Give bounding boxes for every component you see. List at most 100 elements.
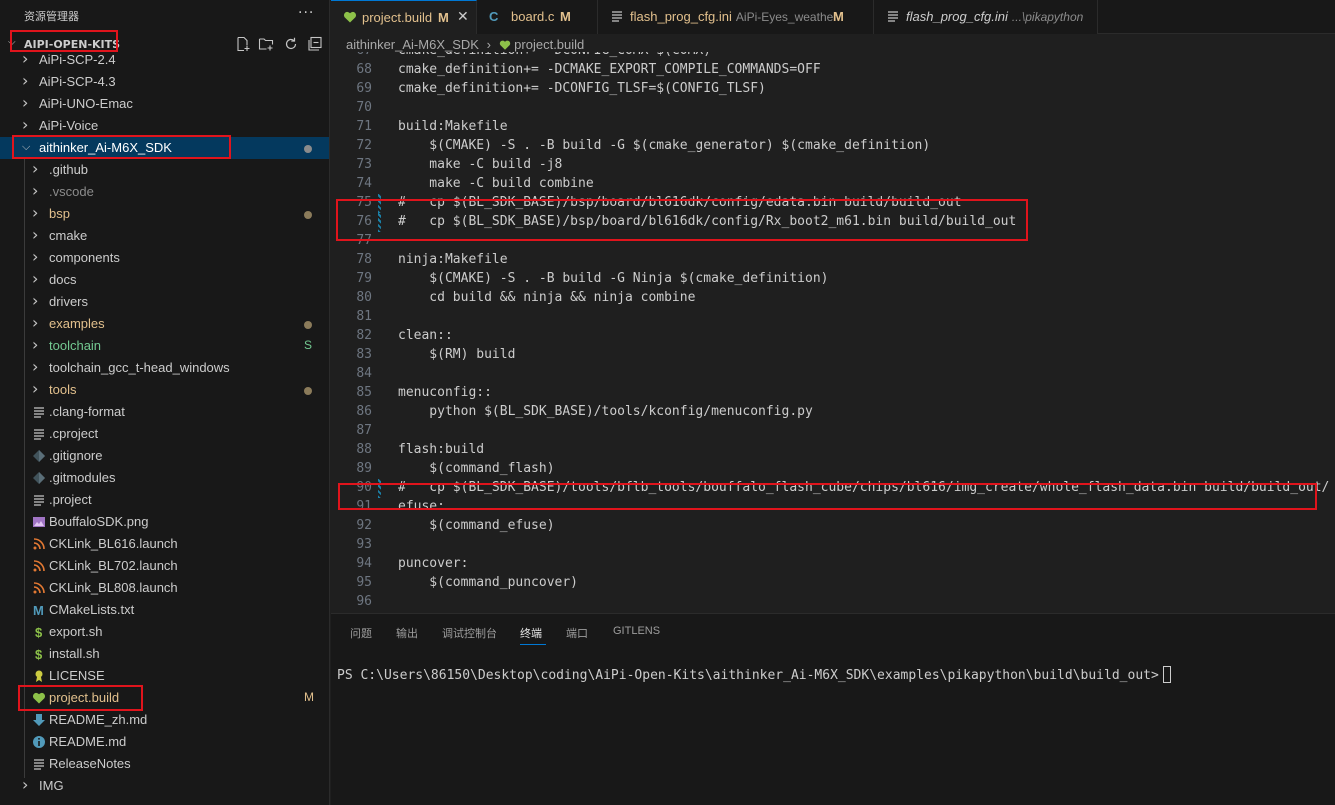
tree-item-project-build[interactable]: project.build M	[0, 687, 329, 709]
tree-item-clang-format[interactable]: .clang-format	[0, 401, 329, 423]
tree-item-vscode[interactable]: › .vscode	[0, 181, 329, 203]
code-line[interactable]: 81	[331, 308, 1335, 327]
tree-item-install-sh[interactable]: $ install.sh	[0, 643, 329, 665]
code-line[interactable]: 91 efuse:	[331, 498, 1335, 517]
code-line[interactable]: 92 $(command_efuse)	[331, 517, 1335, 536]
tree-item-components[interactable]: › components	[0, 247, 329, 269]
chevron-right-icon[interactable]: ›	[22, 93, 34, 112]
panel-tab-problems[interactable]: 问题	[350, 625, 372, 641]
code-line[interactable]: 77	[331, 232, 1335, 251]
chevron-right-icon[interactable]: ›	[32, 181, 44, 200]
chevron-right-icon[interactable]: ›	[32, 335, 44, 354]
gutter-modified-marker[interactable]	[378, 213, 381, 232]
terminal-output[interactable]: PS C:\Users\86150\Desktop\coding\AiPi-Op…	[337, 666, 1171, 683]
tree-item-cproject[interactable]: .cproject	[0, 423, 329, 445]
code-line[interactable]: 93	[331, 536, 1335, 555]
code-line[interactable]: 67 cmake_definition+= -DCONFIG_COMX=$(COM…	[331, 52, 1335, 61]
tree-item-gitignore[interactable]: .gitignore	[0, 445, 329, 467]
tree-item-aithinker-ai-m6x-sdk[interactable]: ⌵ aithinker_Ai-M6X_SDK	[0, 137, 329, 159]
tree-item-tools[interactable]: › tools	[0, 379, 329, 401]
code-line[interactable]: 86 python $(BL_SDK_BASE)/tools/kconfig/m…	[331, 403, 1335, 422]
code-line[interactable]: 83 $(RM) build	[331, 346, 1335, 365]
chevron-right-icon[interactable]: ›	[32, 269, 44, 288]
tree-item-aipi-scp-2-4[interactable]: › AiPi-SCP-2.4	[0, 49, 329, 71]
tab-flash-prog-cfg-pikapython[interactable]: flash_prog_cfg.ini ...\pikapython	[874, 0, 1098, 34]
chevron-right-icon[interactable]: ›	[22, 71, 34, 90]
code-line[interactable]: 88 flash:build	[331, 441, 1335, 460]
chevron-down-icon[interactable]: ⌵	[22, 140, 34, 156]
tree-item-readme-md[interactable]: README.md	[0, 731, 329, 753]
chevron-right-icon[interactable]: ›	[32, 379, 44, 398]
more-actions-icon[interactable]: ···	[298, 5, 314, 21]
panel-tab-gitlens[interactable]: GITLENS	[613, 625, 660, 637]
code-line[interactable]: 70	[331, 99, 1335, 118]
code-line[interactable]: 75 # cp $(BL_SDK_BASE)/bsp/board/bl616dk/…	[331, 194, 1335, 213]
panel-tab-output[interactable]: 输出	[396, 625, 418, 641]
code-line[interactable]: 95 $(command_puncover)	[331, 574, 1335, 593]
close-icon[interactable]: ✕	[457, 9, 469, 25]
chevron-right-icon[interactable]: ›	[22, 775, 34, 794]
code-line[interactable]: 89 $(command_flash)	[331, 460, 1335, 479]
tree-item-releasenotes[interactable]: ReleaseNotes	[0, 753, 329, 775]
tab-project-build[interactable]: project.build M ✕	[331, 0, 477, 34]
code-line[interactable]: 69 cmake_definition+= -DCONFIG_TLSF=$(CON…	[331, 80, 1335, 99]
tree-item-project[interactable]: .project	[0, 489, 329, 511]
tree-item-cmake[interactable]: › cmake	[0, 225, 329, 247]
panel-tab-terminal[interactable]: 终端	[520, 625, 542, 641]
tree-item-cklink-bl702-launch[interactable]: CKLink_BL702.launch	[0, 555, 329, 577]
tree-item-license[interactable]: LICENSE	[0, 665, 329, 687]
tree-item-drivers[interactable]: › drivers	[0, 291, 329, 313]
code-line[interactable]: 96	[331, 593, 1335, 612]
chevron-right-icon[interactable]: ›	[32, 313, 44, 332]
panel-tab-debug-console[interactable]: 调试控制台	[442, 625, 497, 641]
chevron-right-icon[interactable]: ›	[32, 203, 44, 222]
tree-item-bouffalosdk-png[interactable]: BouffaloSDK.png	[0, 511, 329, 533]
tree-item-toolchain-gcc-t-head-windows[interactable]: › toolchain_gcc_t-head_windows	[0, 357, 329, 379]
tree-item-img[interactable]: › IMG	[0, 775, 329, 797]
gutter-modified-marker[interactable]	[378, 194, 381, 213]
panel-tab-ports[interactable]: 端口	[566, 625, 588, 641]
code-line[interactable]: 76 # cp $(BL_SDK_BASE)/bsp/board/bl616dk/…	[331, 213, 1335, 232]
chevron-right-icon[interactable]: ›	[22, 115, 34, 134]
tree-item-readme-zh-md[interactable]: README_zh.md	[0, 709, 329, 731]
tab-flash-prog-cfg-weather[interactable]: flash_prog_cfg.ini AiPi-Eyes_weather M	[598, 0, 874, 34]
code-line[interactable]: 80 cd build && ninja && ninja combine	[331, 289, 1335, 308]
gutter-modified-marker[interactable]	[378, 479, 381, 498]
code-line[interactable]: 68 cmake_definition+= -DCMAKE_EXPORT_COMP…	[331, 61, 1335, 80]
tree-item-export-sh[interactable]: $ export.sh	[0, 621, 329, 643]
tree-item-toolchain[interactable]: › toolchain S	[0, 335, 329, 357]
code-line[interactable]: 71 build:Makefile	[331, 118, 1335, 137]
chevron-right-icon[interactable]: ›	[32, 357, 44, 376]
code-editor[interactable]: 67 cmake_definition+= -DCONFIG_COMX=$(COM…	[331, 52, 1335, 613]
tree-item-gitmodules[interactable]: .gitmodules	[0, 467, 329, 489]
chevron-right-icon[interactable]: ›	[32, 159, 44, 178]
tree-item-aipi-scp-4-3[interactable]: › AiPi-SCP-4.3	[0, 71, 329, 93]
tree-item-bsp[interactable]: › bsp	[0, 203, 329, 225]
tree-item-examples[interactable]: › examples	[0, 313, 329, 335]
tree-item-docs[interactable]: › docs	[0, 269, 329, 291]
chevron-down-icon[interactable]: ⌵	[8, 37, 16, 48]
code-line[interactable]: 90 # cp $(BL_SDK_BASE)/tools/bflb_tools/b…	[331, 479, 1335, 498]
code-line[interactable]: 87	[331, 422, 1335, 441]
code-line[interactable]: 74 make -C build combine	[331, 175, 1335, 194]
code-line[interactable]: 79 $(CMAKE) -S . -B build -G Ninja $(cma…	[331, 270, 1335, 289]
chevron-right-icon[interactable]: ›	[32, 291, 44, 310]
breadcrumb-file[interactable]: project.build	[514, 37, 584, 52]
tree-item-cklink-bl616-launch[interactable]: CKLink_BL616.launch	[0, 533, 329, 555]
code-line[interactable]: 84	[331, 365, 1335, 384]
code-line[interactable]: 78 ninja:Makefile	[331, 251, 1335, 270]
tree-item-cmakelists-txt[interactable]: M CMakeLists.txt	[0, 599, 329, 621]
chevron-right-icon[interactable]: ›	[32, 247, 44, 266]
chevron-right-icon[interactable]: ›	[22, 49, 34, 68]
code-line[interactable]: 72 $(CMAKE) -S . -B build -G $(cmake_gen…	[331, 137, 1335, 156]
tab-board-c[interactable]: C board.c M	[477, 0, 598, 34]
code-line[interactable]: 82 clean::	[331, 327, 1335, 346]
tree-item-github[interactable]: › .github	[0, 159, 329, 181]
tree-item-cklink-bl808-launch[interactable]: CKLink_BL808.launch	[0, 577, 329, 599]
tree-item-aipi-uno-emac[interactable]: › AiPi-UNO-Emac	[0, 93, 329, 115]
chevron-right-icon[interactable]: ›	[32, 225, 44, 244]
code-line[interactable]: 94 puncover:	[331, 555, 1335, 574]
code-line[interactable]: 73 make -C build -j8	[331, 156, 1335, 175]
code-line[interactable]: 85 menuconfig::	[331, 384, 1335, 403]
tree-item-aipi-voice[interactable]: › AiPi-Voice	[0, 115, 329, 137]
